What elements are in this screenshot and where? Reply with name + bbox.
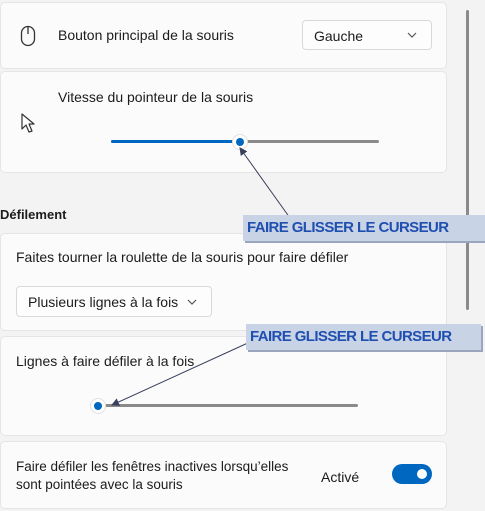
annotation-arrows xyxy=(111,147,291,406)
callout-arrow-2 xyxy=(111,341,251,406)
annotation-callout-1: FAIRE GLISSER LE CURSEUR xyxy=(243,215,485,241)
annotation-callout-2: FAIRE GLISSER LE CURSEUR xyxy=(246,324,481,350)
callout-arrow-1 xyxy=(239,147,291,219)
